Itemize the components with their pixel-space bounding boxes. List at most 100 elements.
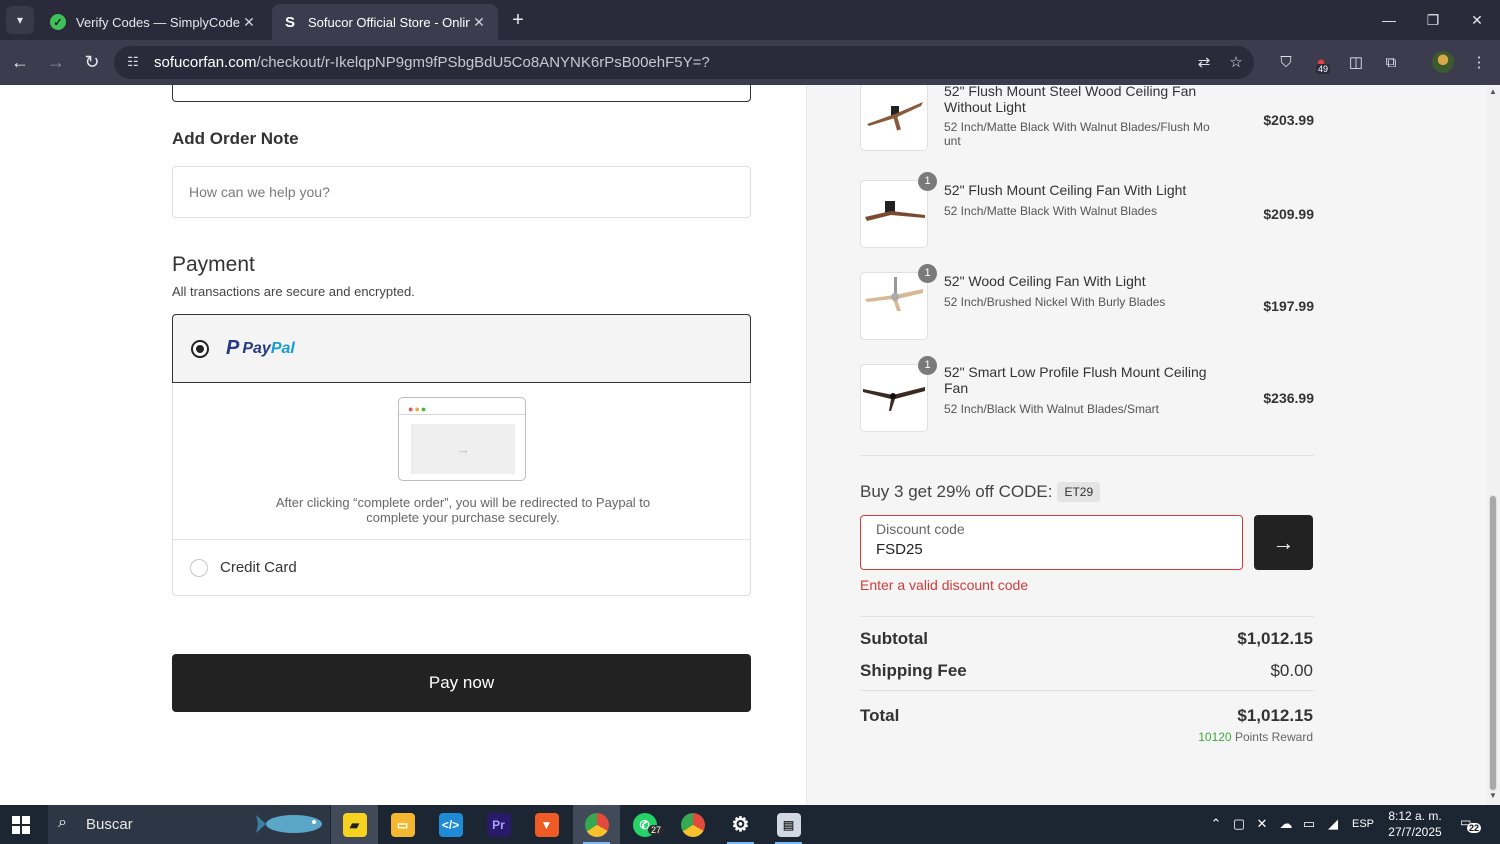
reload-icon[interactable]: ↻ [80, 50, 104, 74]
vscode-icon: </> [438, 812, 463, 837]
paypal-option[interactable]: P Pay Pal [172, 314, 751, 383]
notification-count: 22 [1467, 823, 1482, 833]
order-item: 52" Flush Mount Steel Wood Ceiling Fan W… [860, 85, 1314, 151]
browser-toolbar: ← → ↻ ☷ sofucorfan.com/checkout/r-Ikelqp… [0, 40, 1500, 85]
premiere-icon: Pr [486, 812, 511, 837]
previous-form-field[interactable] [172, 85, 751, 102]
tab-simplycodes[interactable]: ✓ Verify Codes — SimplyCodes ✕ [40, 4, 268, 40]
taskbar-brave[interactable]: ▼ [523, 805, 570, 844]
bookmark-star-icon[interactable]: ☆ [1226, 53, 1246, 73]
tab-title: Verify Codes — SimplyCodes [76, 14, 240, 30]
order-item: 1 52" Flush Mount Ceiling Fan With Light… [860, 172, 1314, 250]
item-variant: 52 Inch/Matte Black With Walnut Blades [944, 204, 1157, 218]
taskbar-app[interactable]: ▤ [765, 805, 812, 844]
meet-now-icon[interactable]: ▢ [1230, 816, 1248, 832]
taskbar-whatsapp[interactable]: ✆ 27 [621, 805, 668, 844]
total-label: Total [860, 706, 900, 725]
chrome-icon [680, 812, 705, 837]
order-note-input[interactable] [172, 166, 751, 218]
paypal-logo: P Pay Pal [226, 337, 295, 359]
credit-card-radio[interactable] [190, 559, 208, 577]
item-name: 52" Flush Mount Steel Wood Ceiling Fan W… [944, 85, 1197, 115]
restore-button[interactable]: ❐ [1410, 0, 1456, 40]
discount-code-field[interactable]: Discount code [860, 515, 1243, 570]
wifi-icon[interactable]: ◢ [1324, 816, 1342, 832]
tray-overflow-icon[interactable]: ⌃ [1207, 816, 1225, 832]
item-price: $209.99 [1263, 206, 1314, 222]
extensions-puzzle-icon[interactable]: ⧉ [1380, 51, 1402, 73]
scroll-down-icon[interactable]: ▼ [1488, 791, 1498, 801]
shield-extension-icon[interactable]: ⛉ [1275, 51, 1297, 73]
scrollbar-thumb[interactable] [1489, 495, 1497, 791]
search-icon: ⌕ [58, 814, 67, 831]
profile-avatar[interactable] [1432, 51, 1454, 73]
search-highlight-fish-icon [256, 815, 322, 833]
taskbar-premiere[interactable]: Pr [475, 805, 522, 844]
translate-icon[interactable]: ⇄ [1194, 53, 1214, 73]
pay-now-button[interactable]: Pay now [172, 654, 751, 712]
sofucor-favicon-icon: S [284, 13, 295, 31]
tab-sofucor[interactable]: S Sofucor Official Store - Online V ✕ [272, 4, 498, 40]
item-variant: 52 Inch/Black With Walnut Blades/Smart [944, 402, 1159, 416]
payment-heading: Payment [172, 253, 255, 276]
battery-icon[interactable]: ▭ [1300, 816, 1318, 832]
taskbar-search[interactable]: ⌕ Buscar [48, 805, 330, 844]
browser-menu-icon[interactable]: ⋮ [1468, 51, 1490, 73]
site-info-icon[interactable]: ☷ [124, 54, 142, 72]
notification-center[interactable]: ▭ 22 [1460, 815, 1482, 833]
credit-card-option[interactable]: Credit Card [173, 539, 750, 595]
taskbar-vscode[interactable]: </> [427, 805, 474, 844]
whatsapp-badge: 27 [648, 825, 665, 835]
promo-banner: Buy 3 get 29% off CODE: ET29 [860, 482, 1101, 502]
item-name: 52" Wood Ceiling Fan With Light [944, 273, 1146, 289]
windows-start-icon[interactable] [12, 816, 30, 834]
taskbar-chrome-active[interactable] [573, 805, 620, 844]
item-name: 52" Smart Low Profile Flush Mount Ceilin… [944, 364, 1207, 396]
volume-muted-icon[interactable]: ✕ [1253, 816, 1271, 832]
forward-icon[interactable]: → [44, 50, 68, 74]
tab-close-icon[interactable]: ✕ [470, 14, 488, 31]
paypal-radio[interactable] [191, 340, 209, 358]
close-window-button[interactable]: ✕ [1454, 0, 1500, 40]
taskbar-sticky-notes[interactable]: ▰ [331, 805, 378, 844]
tab-title: Sofucor Official Store - Online V [308, 14, 470, 30]
glasses-extension-icon[interactable]: ◫ [1345, 51, 1367, 73]
item-quantity-badge: 1 [918, 264, 937, 283]
url-text[interactable]: sofucorfan.com/checkout/r-IkelqpNP9gm9fP… [154, 54, 710, 71]
clock-time: 8:12 a. m. [1388, 809, 1442, 823]
tab-close-icon[interactable]: ✕ [240, 14, 258, 31]
discount-code-label: Discount code [876, 521, 965, 537]
taskbar-settings[interactable]: ⚙ [717, 805, 764, 844]
ceiling-fan-icon [863, 387, 925, 411]
total-value: $1,012.15 [1237, 706, 1313, 725]
tab-bar: ▾ ✓ Verify Codes — SimplyCodes ✕ S Sofuc… [0, 0, 1500, 40]
redirect-arrow-icon: → [411, 424, 515, 474]
search-placeholder: Buscar [86, 816, 133, 833]
shipping-value: $0.00 [1270, 661, 1313, 680]
order-item: 1 52" Smart Low Profile Flush Mount Ceil… [860, 356, 1314, 434]
order-item: 1 52" Wood Ceiling Fan With Light 52 Inc… [860, 264, 1314, 342]
page-scrollbar[interactable]: ▲ ▼ [1486, 85, 1500, 805]
taskbar-chrome[interactable] [669, 805, 716, 844]
back-icon[interactable]: ← [8, 50, 32, 74]
language-indicator[interactable]: ESP [1352, 818, 1374, 830]
system-clock[interactable]: 8:12 a. m. 27/7/2025 [1383, 808, 1447, 840]
new-tab-button[interactable]: + [506, 8, 530, 32]
redirect-browser-icon: ●●● → [398, 397, 526, 481]
apply-discount-button[interactable]: → [1254, 515, 1313, 570]
promo-code-badge[interactable]: ET29 [1057, 482, 1101, 502]
scroll-up-icon[interactable]: ▲ [1488, 87, 1498, 97]
minimize-button[interactable]: — [1366, 0, 1412, 40]
discount-code-input[interactable] [876, 541, 1216, 558]
paypal-redirect-text: After clicking “complete order”, you wil… [275, 495, 651, 525]
folder-icon: ▭ [390, 812, 415, 837]
divider [860, 616, 1314, 617]
taskbar-file-explorer[interactable]: ▭ [379, 805, 426, 844]
address-bar[interactable]: ☷ sofucorfan.com/checkout/r-IkelqpNP9gm9… [114, 46, 1254, 79]
product-thumbnail [860, 364, 928, 432]
onedrive-icon[interactable]: ☁ [1277, 816, 1295, 832]
clock-date: 27/7/2025 [1388, 825, 1442, 839]
ceiling-fan-icon [865, 201, 925, 221]
tab-search-button[interactable]: ▾ [6, 6, 34, 34]
product-thumbnail [860, 272, 928, 340]
